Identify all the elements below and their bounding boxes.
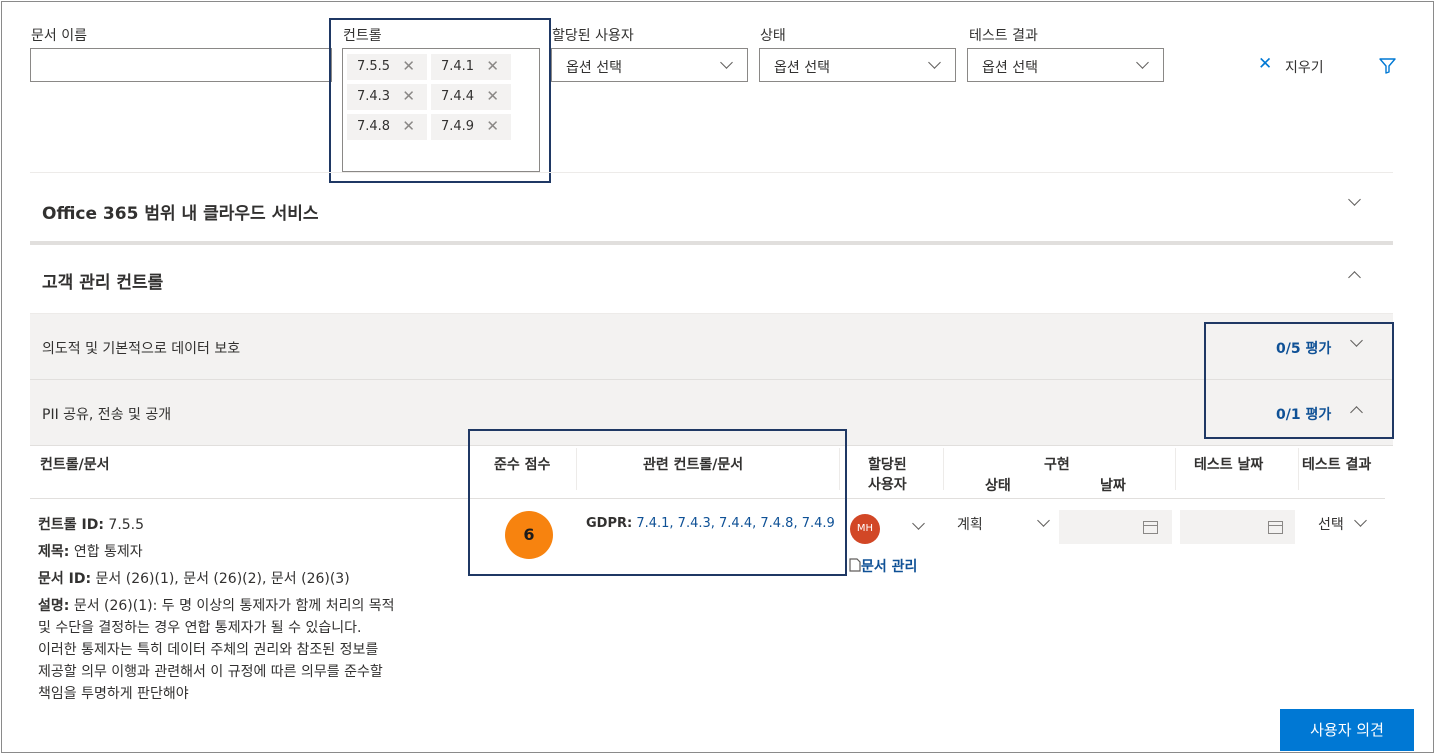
avatar: MH [850,514,880,544]
chevron-down-icon [1037,514,1050,527]
col-impl-status: 상태 [985,478,1011,494]
col-divider [1298,448,1299,490]
doc-name-input[interactable] [30,48,332,82]
chevron-down-icon [720,56,733,69]
col-assigned-line1: 할당된 [868,457,907,473]
feedback-button[interactable]: 사용자 의견 [1280,709,1414,751]
group-title: PII 공유, 전송 및 공개 [42,407,172,423]
col-control-doc: 컨트롤/문서 [40,457,110,473]
col-divider [943,448,944,490]
customer-controls-title: 고객 관리 컨트롤 [42,273,164,293]
col-test-result: 테스트 결과 [1302,457,1372,473]
assessment-highlight-box [1204,322,1394,439]
calendar-icon [1268,521,1283,534]
group-title: 의도적 및 기본적으로 데이터 보호 [42,341,241,357]
chevron-down-icon [1348,193,1361,206]
col-impl-date: 날짜 [1100,478,1126,494]
test-date-picker[interactable] [1180,510,1295,544]
close-icon: ✕ [1258,54,1273,74]
customer-controls-section[interactable]: 고객 관리 컨트롤 [30,245,1393,314]
score-related-highlight-box [468,429,847,576]
filter-icon[interactable] [1379,58,1396,74]
control-title: 연합 통제자 [73,544,143,560]
control-id: 7.5.5 [108,517,145,533]
col-test-date: 테스트 날짜 [1194,457,1264,473]
test-result-select[interactable]: 선택 [1318,511,1376,539]
manage-docs-link[interactable]: 문서 관리 [849,556,917,576]
chevron-down-icon [1136,56,1149,69]
status-dropdown[interactable]: 옵션 선택 [759,48,956,82]
assigned-user-dropdown[interactable]: 옵션 선택 [551,48,748,82]
status-label: 상태 [760,28,786,44]
col-impl: 구현 [1044,457,1070,473]
control-highlight-box [329,18,551,183]
assigned-user-label: 할당된 사용자 [552,28,634,44]
calendar-icon [1143,521,1158,534]
document-icon [849,558,861,572]
test-result-dropdown[interactable]: 옵션 선택 [967,48,1164,82]
impl-date-picker[interactable] [1059,510,1172,544]
doc-ids: 문서 (26)(1), 문서 (26)(2), 문서 (26)(3) [95,571,350,587]
control-description: 설명: 문서 (26)(1): 두 명 이상의 통제자가 함께 처리의 목적 및… [38,598,395,702]
impl-status-dropdown[interactable]: 계획 [953,511,1057,539]
col-divider [1175,448,1176,490]
cloud-services-section[interactable]: Office 365 범위 내 클라우드 서비스 [30,172,1393,242]
cloud-services-title: Office 365 범위 내 클라우드 서비스 [42,204,319,224]
chevron-up-icon [1348,271,1361,284]
control-details: 컨트롤 ID: 7.5.5 제목: 연합 통제자 문서 ID: 문서 (26)(… [38,514,478,705]
test-result-label: 테스트 결과 [969,28,1038,44]
chevron-down-icon [1354,514,1367,527]
chevron-down-icon [928,56,941,69]
doc-name-label: 문서 이름 [31,28,87,44]
col-assigned-line2: 사용자 [868,477,907,493]
group-row-data-protection[interactable]: 의도적 및 기본적으로 데이터 보호 0/5 평가 [30,314,1393,380]
